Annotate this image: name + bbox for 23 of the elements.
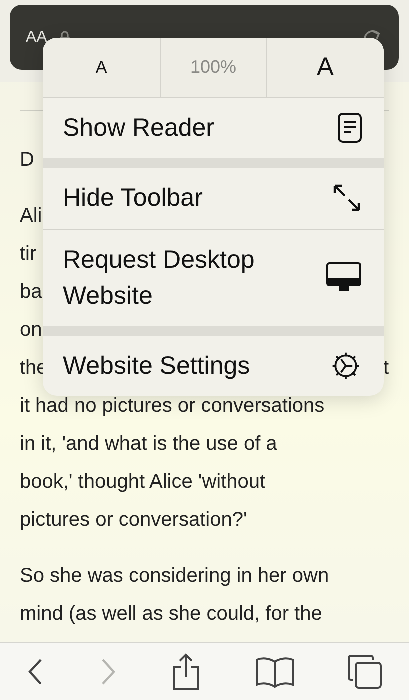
article-text: So she was considering in her own (20, 564, 330, 589)
document-icon (338, 113, 362, 144)
article-text: t (383, 356, 389, 381)
zoom-level: 100% (160, 38, 266, 97)
text-size-button[interactable]: AA (26, 28, 48, 46)
book-icon (254, 656, 295, 688)
increase-font-button[interactable]: A (266, 38, 384, 97)
expand-arrows-icon (332, 183, 362, 214)
monitor-icon (326, 262, 362, 294)
article-text: in it, 'and what is the use of a (20, 432, 278, 457)
menu-item[interactable]: Hide Toolbar (43, 168, 384, 228)
article-text: Ali (20, 204, 42, 229)
menu-item[interactable]: Website Settings (43, 336, 384, 396)
menu-item[interactable]: Show Reader (43, 98, 384, 158)
article-text: book,' thought Alice 'without (20, 470, 266, 495)
article-text: tir (20, 242, 37, 267)
article-text: mind (as well as she could, for the (20, 602, 322, 627)
article-text: pictures or conversation?' (20, 508, 248, 533)
article-text: D (20, 148, 34, 173)
tabs-icon (346, 654, 383, 690)
article-text: it had no pictures or conversations (20, 394, 325, 419)
article-text: ba (20, 280, 42, 305)
article-text: on (20, 318, 42, 343)
